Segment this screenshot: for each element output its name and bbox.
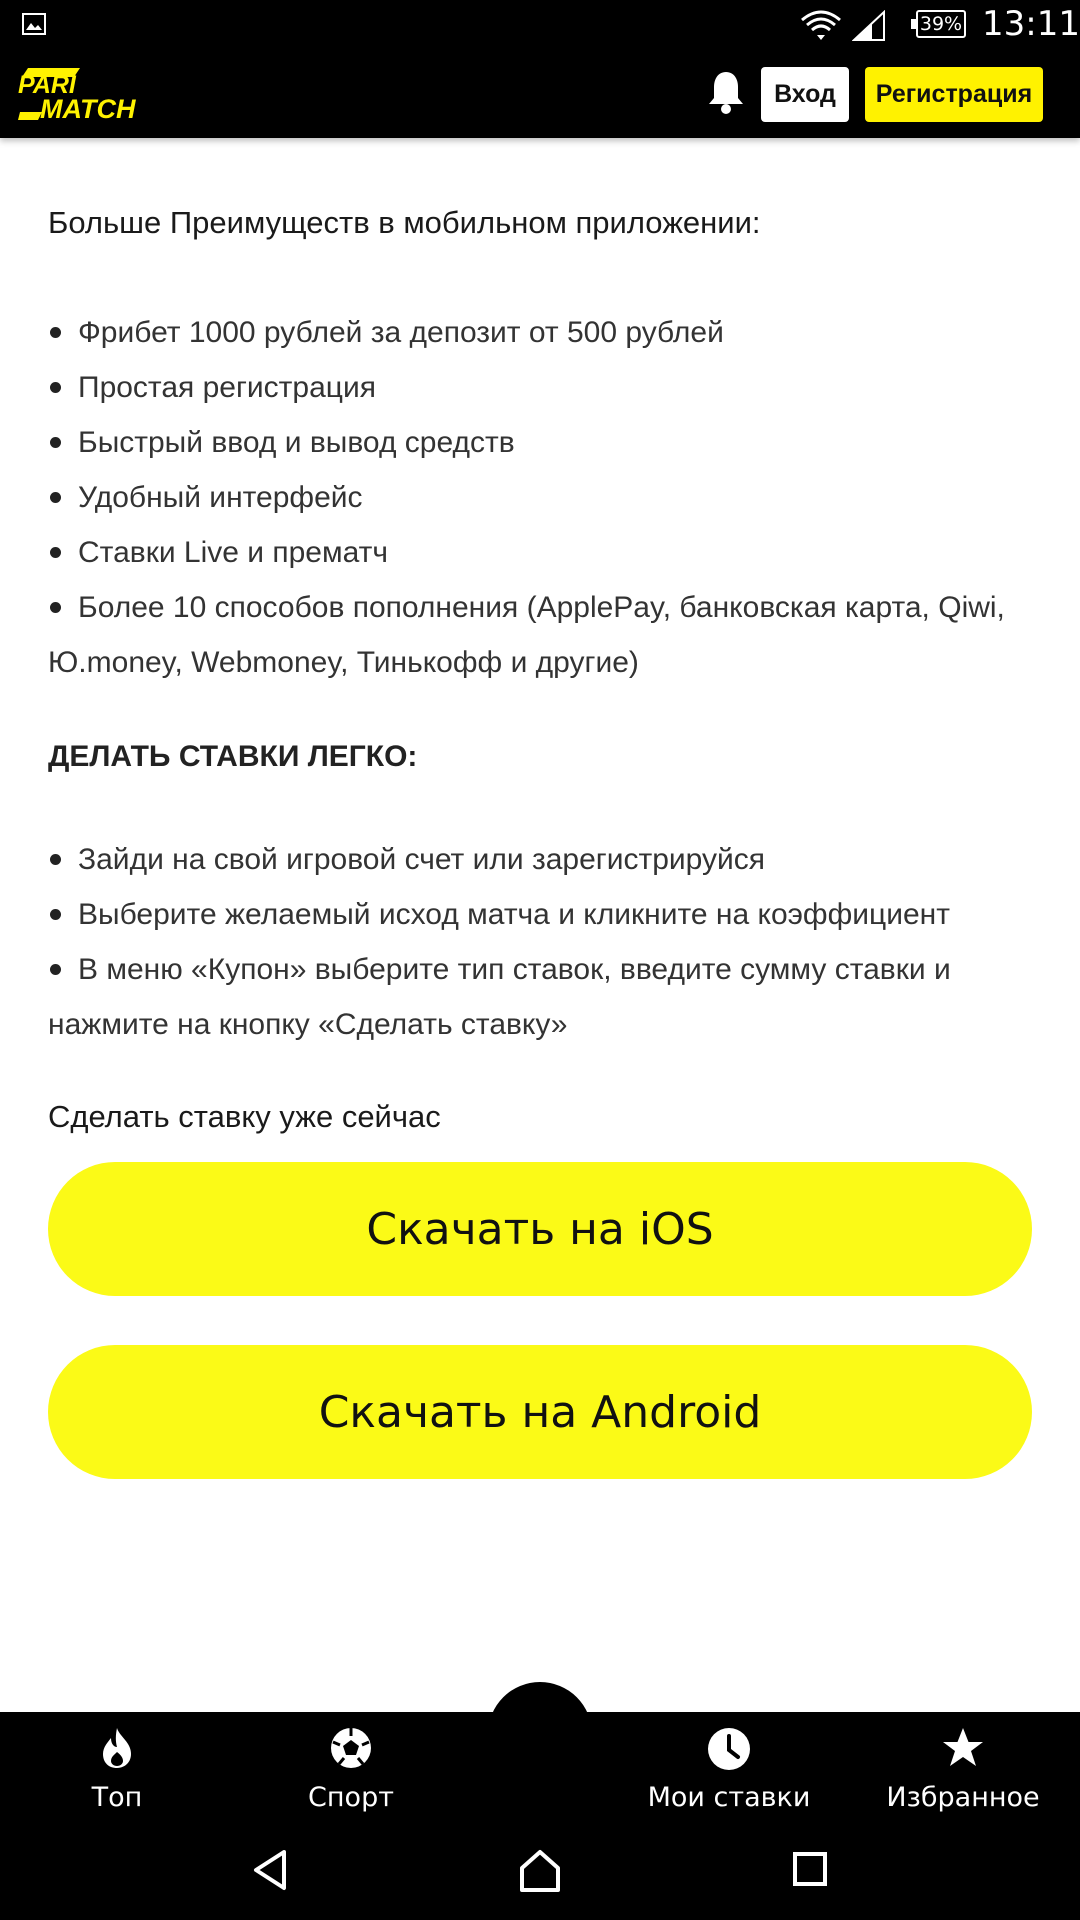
cta-text: Сделать ставку уже сейчас [48,1099,441,1134]
image-icon [22,13,46,35]
nav-item-top[interactable]: Топ [22,1712,212,1824]
list-item: Ставки Live и прематч [48,525,1038,580]
list-item: В меню «Купон» выберите тип ставок, введ… [48,942,1038,997]
section-title: ДЕЛАТЬ СТАВКИ ЛЕГКО: [48,740,418,773]
bullet-icon [50,436,61,448]
logo-text-2: MATCH [40,94,136,122]
login-button[interactable]: Вход [761,67,849,122]
list-item: Более 10 способов пополнения (ApplePay, … [48,580,1038,635]
bullet-icon [50,381,61,393]
status-bar: 39% 13:11 [0,0,1080,50]
bullet-icon [50,326,61,338]
list-item: Выберите желаемый исход матча и кликните… [48,887,1038,942]
list-item: Зайди на свой игровой счет или зарегистр… [48,832,1038,887]
download-android-button[interactable]: Скачать на Android [48,1345,1032,1479]
bullet-icon [50,963,61,975]
bullet-icon [50,908,61,920]
back-icon[interactable] [250,1848,290,1892]
nav-label-favorites: Избранное [886,1782,1040,1813]
soccer-ball-icon [331,1728,371,1768]
battery-icon: 39% [911,10,966,38]
list-item: Быстрый ввод и вывод средств [48,415,1038,470]
bullet-icon [50,491,61,503]
bell-icon[interactable] [706,69,746,115]
wifi-icon [801,10,841,40]
clock-icon [708,1728,750,1770]
bullet-icon [50,601,61,613]
nav-item-sport[interactable]: Спорт [256,1712,446,1824]
flame-icon [103,1728,131,1768]
bullet-icon [50,546,61,558]
nav-label-my-bets: Мои ставки [647,1782,811,1813]
signal-icon [852,10,885,41]
list-item-continuation: Ю.money, Webmoney, Тинькофф и другие) [48,646,639,679]
list-item: Удобный интерфейс [48,470,1038,525]
list-item-continuation: нажмите на кнопку «Сделать ставку» [48,1008,568,1041]
top-header: PARI MATCH Вход Регистрация [0,50,1080,138]
recents-icon[interactable] [792,1848,828,1888]
download-ios-button[interactable]: Скачать на iOS [48,1162,1032,1296]
register-button[interactable]: Регистрация [865,67,1043,122]
home-icon[interactable] [518,1848,562,1894]
parimatch-logo[interactable]: PARI MATCH [18,68,184,122]
nav-item-my-bets[interactable]: Мои ставки [634,1712,824,1824]
list-item: Простая регистрация [48,360,1038,415]
intro-text: Больше Преимуществ в мобильном приложени… [48,205,761,240]
star-icon [943,1728,983,1766]
main-content: Больше Преимуществ в мобильном приложени… [48,198,1038,1142]
benefits-list: Фрибет 1000 рублей за депозит от 500 руб… [48,305,1038,690]
system-nav-bar [0,1824,1080,1920]
nav-item-favorites[interactable]: Избранное [868,1712,1058,1824]
clock-time: 13:11 [982,4,1080,44]
list-item: Фрибет 1000 рублей за депозит от 500 руб… [48,305,1038,360]
nav-label-sport: Спорт [308,1782,394,1813]
nav-label-top: Топ [91,1782,143,1813]
steps-list: Зайди на свой игровой счет или зарегистр… [48,832,1038,1052]
bullet-icon [50,853,61,865]
